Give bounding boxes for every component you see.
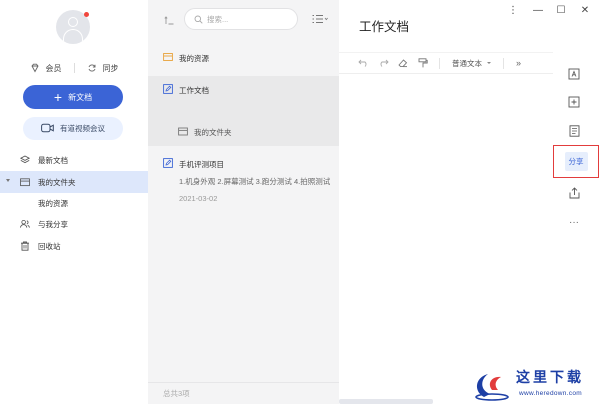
list-view-icon[interactable]	[312, 14, 328, 24]
minimize-button[interactable]: —	[532, 4, 544, 16]
sidebar-item-shared-with-me[interactable]: 与我分享	[0, 213, 148, 235]
trash-icon	[20, 241, 30, 251]
people-icon	[20, 219, 30, 229]
text-style-icon[interactable]	[562, 64, 586, 84]
new-doc-label: 新文档	[68, 92, 93, 102]
doc-edit-icon	[163, 84, 173, 96]
sync-button[interactable]: 同步	[103, 63, 119, 74]
redo-icon[interactable]	[373, 55, 393, 71]
list-item-phone-review[interactable]: 手机评测项目 1.机身外观 2.屏幕测试 3.跑分测试 4.拍照测试 2021-…	[148, 158, 339, 203]
sidebar-item-label: 回收站	[38, 241, 61, 251]
diamond-icon	[30, 63, 40, 73]
export-icon[interactable]	[562, 183, 586, 203]
sidebar: 会员 同步 + 新文档 有道视频会议 最新文档 我的文件夹 我的资源 与我分享 …	[0, 0, 148, 404]
sidebar-nav: 最新文档 我的文件夹 我的资源 与我分享 回收站	[0, 149, 148, 257]
folder-yellow-icon	[163, 52, 173, 64]
new-doc-button[interactable]: + 新文档	[23, 85, 123, 109]
layers-icon	[20, 155, 30, 165]
notification-dot	[84, 12, 89, 17]
share-button[interactable]: 分享	[553, 145, 599, 178]
list-item-title: 工作文档	[179, 85, 209, 95]
watermark-url: www.heredown.com	[519, 390, 582, 397]
maximize-button[interactable]: ☐	[555, 4, 567, 16]
paragraph-style-select[interactable]: 普通文本	[446, 58, 497, 69]
sidebar-item-label: 与我分享	[38, 219, 68, 229]
file-list-panel: 搜索... 我的资源 工作文档 我的文件夹 手机评测项目 1.机身外观 2.屏幕…	[148, 0, 339, 404]
sidebar-item-my-folder[interactable]: 我的文件夹	[0, 171, 148, 193]
close-button[interactable]: ✕	[579, 4, 591, 16]
member-button[interactable]: 会员	[46, 63, 62, 74]
video-meeting-button[interactable]: 有道视频会议	[23, 117, 123, 140]
list-item-title: 我的资源	[179, 53, 209, 63]
file-list-header: 搜索...	[148, 0, 339, 38]
share-label: 分享	[564, 152, 588, 171]
folder-icon	[20, 177, 30, 187]
sidebar-item-latest[interactable]: 最新文档	[0, 149, 148, 171]
paragraph-style-value: 普通文本	[452, 58, 482, 68]
sort-icon[interactable]	[164, 15, 174, 25]
eraser-icon[interactable]	[393, 55, 413, 71]
watermark-text: 这里下载	[516, 370, 584, 386]
more-options-button[interactable]: ···	[562, 212, 586, 232]
search-placeholder: 搜索...	[207, 14, 229, 24]
sync-icon	[87, 63, 97, 73]
list-item-title: 我的文件夹	[194, 128, 232, 137]
sidebar-item-my-resources[interactable]: 我的资源	[0, 193, 148, 213]
outline-doc-icon[interactable]	[562, 121, 586, 141]
sidebar-item-label: 我的文件夹	[38, 177, 76, 187]
search-icon	[194, 15, 203, 24]
insert-icon[interactable]	[562, 92, 586, 112]
folder-icon	[178, 127, 188, 138]
sidebar-item-trash[interactable]: 回收站	[0, 235, 148, 257]
editor-toolbar: 普通文本 »	[339, 52, 553, 74]
sidebar-item-label: 最新文档	[38, 155, 68, 165]
doc-edit-icon	[163, 158, 173, 170]
doc-title[interactable]: 工作文档	[359, 16, 409, 35]
menu-dots-icon[interactable]: ⋮	[507, 4, 519, 16]
list-item-my-resources[interactable]: 我的资源	[148, 52, 339, 64]
search-input[interactable]: 搜索...	[184, 8, 298, 30]
editor-panel: 工作文档 ⋮ — ☐ ✕ 普通文本 » 分享 ···	[339, 0, 600, 404]
video-meeting-label: 有道视频会议	[60, 124, 105, 133]
list-item-my-folder[interactable]: 我的文件夹	[148, 127, 339, 138]
caret-down-icon[interactable]	[6, 179, 10, 182]
more-tools-button[interactable]: »	[516, 58, 521, 68]
undo-icon[interactable]	[353, 55, 373, 71]
plus-icon: +	[53, 89, 63, 105]
member-sync-row: 会员 同步	[0, 60, 148, 76]
video-camera-icon	[41, 123, 54, 135]
chevron-down-icon	[487, 62, 491, 64]
file-count: 总共3项	[148, 382, 339, 404]
list-item-desc: 1.机身外观 2.屏幕测试 3.跑分测试 4.拍照测试	[179, 177, 331, 186]
list-item-title: 手机评测项目	[179, 159, 224, 169]
horizontal-scrollbar[interactable]	[339, 399, 433, 404]
list-item-date: 2021-03-02	[179, 194, 218, 203]
sidebar-item-label: 我的资源	[38, 198, 68, 208]
format-painter-icon[interactable]	[413, 55, 433, 71]
